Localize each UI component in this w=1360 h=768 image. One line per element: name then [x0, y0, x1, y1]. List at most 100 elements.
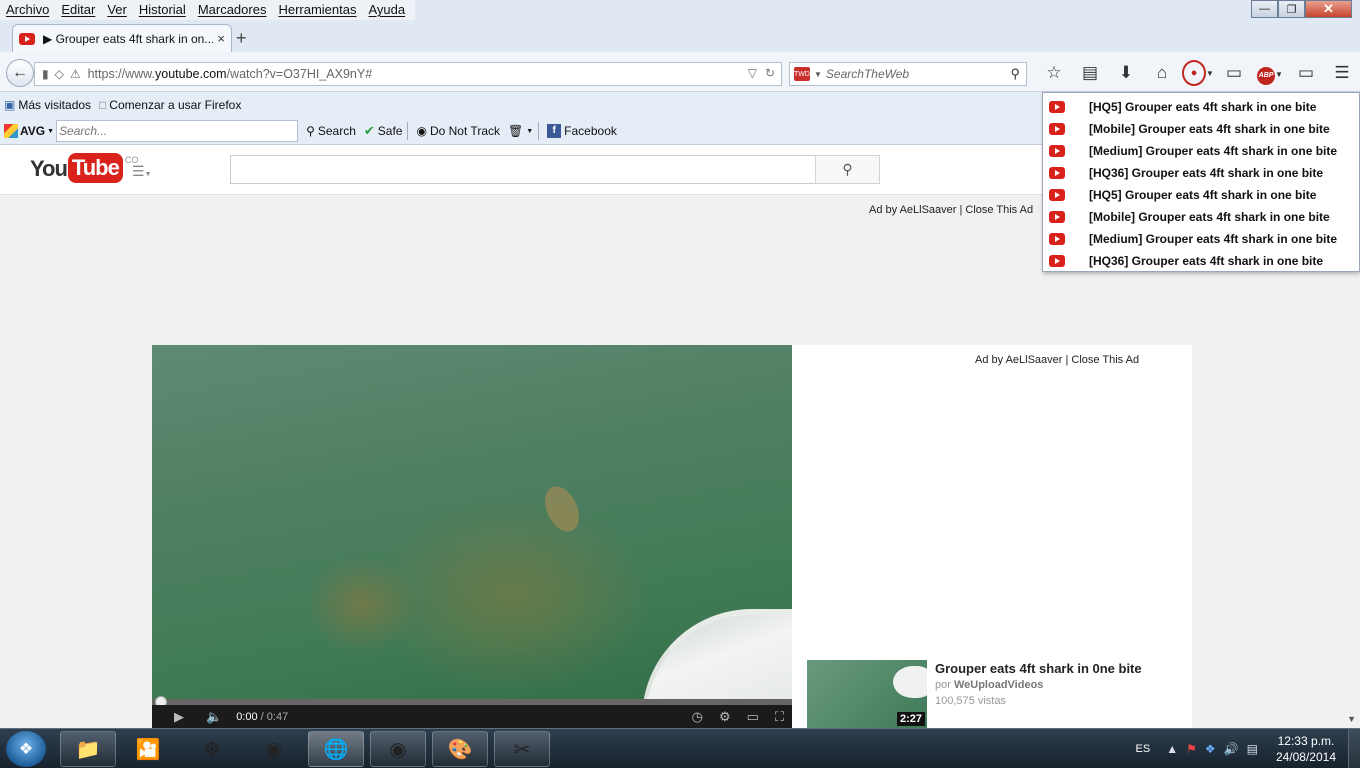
avg-trash-button[interactable]: 🗑 ▼ — [508, 124, 533, 138]
home-icon[interactable]: ⌂ — [1144, 63, 1180, 83]
start-button[interactable]: ❖ — [6, 731, 46, 767]
watch-later-icon[interactable]: ◷ — [692, 709, 703, 725]
menu-marcadores[interactable]: Marcadores — [192, 0, 273, 20]
volume-tray-icon[interactable]: 🔊 — [1224, 742, 1239, 756]
theater-mode-icon[interactable]: ▭ — [747, 709, 759, 725]
search-bar[interactable]: TWD ▼ SearchTheWeb ⚲ — [789, 62, 1027, 86]
menu-editar[interactable]: Editar — [55, 0, 101, 20]
guide-menu-icon[interactable]: ☰▼ — [132, 163, 152, 180]
tab-youtube[interactable]: ▶ Grouper eats 4ft shark in on... × — [12, 24, 232, 52]
tab-close-icon[interactable]: × — [217, 31, 225, 46]
adblock-plus-icon[interactable]: ABP ▼ — [1252, 62, 1288, 85]
video-player[interactable]: ▶ 🔈 0:00 / 0:47 ◷ ⚙ ▭ ⛶ — [152, 345, 792, 729]
by-prefix: por — [935, 679, 951, 691]
shield-icon[interactable]: ◇ — [55, 67, 64, 81]
firefox-icon[interactable]: 🌐 — [308, 731, 364, 767]
download-option[interactable]: [Medium] Grouper eats 4ft shark in one b… — [1043, 228, 1359, 250]
download-option[interactable]: [HQ36] Grouper eats 4ft shark in one bit… — [1043, 250, 1359, 272]
download-option[interactable]: [Mobile] Grouper eats 4ft shark in one b… — [1043, 118, 1359, 140]
menu-bar: Archivo Editar Ver Historial Marcadores … — [0, 0, 1360, 20]
dropbox-icon[interactable]: ❖ — [1205, 742, 1216, 756]
avg-safe-button[interactable]: ✔ Safe — [364, 123, 403, 139]
download-option[interactable]: [HQ36] Grouper eats 4ft shark in one bit… — [1043, 162, 1359, 184]
avg-facebook-label: Facebook — [564, 124, 617, 138]
download-option[interactable]: [HQ5] Grouper eats 4ft shark in one bite — [1043, 96, 1359, 118]
minimize-icon[interactable]: — — [1251, 0, 1278, 18]
play-icon[interactable]: ▶ — [174, 709, 184, 725]
option-label: [HQ5] Grouper eats 4ft shark in one bite — [1089, 100, 1317, 114]
volume-icon[interactable]: 🔈 — [206, 709, 222, 725]
related-channel-line: por WeUploadVideos — [935, 679, 1043, 691]
history-dropdown-icon[interactable]: ▽ — [748, 66, 757, 80]
action-center-icon[interactable]: ⚑ — [1186, 742, 1197, 756]
download-dropdown: [HQ5] Grouper eats 4ft shark in one bite… — [1042, 92, 1360, 272]
reload-icon[interactable]: ↻ — [765, 66, 775, 80]
avg-logo-icon — [4, 124, 18, 138]
inkscape-icon[interactable]: ❆ — [184, 731, 240, 767]
show-desktop-button[interactable] — [1348, 729, 1360, 768]
paint-icon[interactable]: 🎨 — [432, 731, 488, 767]
new-tab-button[interactable]: + — [236, 28, 247, 49]
avg-safe-label: Safe — [377, 124, 403, 138]
network-icon[interactable]: ▤ — [1247, 742, 1258, 756]
video-downloader-icon[interactable]: ● ▼ — [1180, 60, 1216, 86]
option-label: [Medium] Grouper eats 4ft shark in one b… — [1089, 232, 1338, 246]
downloads-icon[interactable]: ⬇ — [1108, 63, 1144, 83]
download-option[interactable]: [Mobile] Grouper eats 4ft shark in one b… — [1043, 206, 1359, 228]
search-icon[interactable]: ⚲ — [1010, 66, 1020, 82]
search-engine-icon[interactable]: TWD — [794, 67, 810, 81]
show-hidden-icons-icon[interactable]: ▲ — [1166, 742, 1178, 756]
restore-window-icon[interactable]: ▭ — [1288, 63, 1324, 83]
menu-herramientas[interactable]: Herramientas — [272, 0, 362, 20]
scroll-down-arrow-icon[interactable]: ▼ — [1347, 714, 1356, 724]
related-video[interactable]: 2:27 Grouper eats 4ft shark in 0ne bite … — [807, 660, 1187, 728]
back-button[interactable]: ← — [6, 59, 34, 87]
option-label: [Mobile] Grouper eats 4ft shark in one b… — [1089, 122, 1330, 136]
menu-archivo[interactable]: Archivo — [0, 0, 55, 20]
restore-icon[interactable]: ❐ — [1278, 0, 1305, 18]
bookmark-comenzar-firefox[interactable]: □ Comenzar a usar Firefox — [99, 98, 241, 112]
media-player-icon[interactable]: 🎦 — [120, 731, 176, 767]
youtube-logo[interactable]: You Tube CO — [30, 153, 138, 185]
trash-icon: 🗑 — [508, 124, 524, 138]
related-channel[interactable]: WeUploadVideos — [954, 679, 1043, 691]
file-explorer-icon[interactable]: 📁 — [60, 731, 116, 767]
url-bar[interactable]: ▮ ◇ ⚠ https://www.youtube.com/watch?v=O3… — [34, 62, 782, 86]
window-icon[interactable]: ▭ — [1216, 63, 1252, 83]
snipping-tool-icon[interactable]: ✂ — [494, 731, 550, 767]
chrome-canary-icon[interactable]: ◉ — [370, 731, 426, 767]
menu-list: Archivo Editar Ver Historial Marcadores … — [0, 0, 416, 20]
bookmark-star-icon[interactable]: ☆ — [1036, 63, 1072, 83]
related-thumbnail[interactable]: 2:27 — [807, 660, 927, 728]
menu-ayuda[interactable]: Ayuda — [362, 0, 411, 20]
url-text[interactable]: https://www.youtube.com/watch?v=O37HI_AX… — [88, 67, 373, 81]
avg-facebook-button[interactable]: f Facebook — [547, 124, 617, 138]
language-indicator[interactable]: ES — [1136, 743, 1151, 755]
ad-attribution-side[interactable]: Ad by AeLlSaaver | Close This Ad — [975, 354, 1139, 366]
search-engine-dropdown-icon[interactable]: ▼ — [814, 70, 822, 79]
youtube-search-button[interactable]: ⚲ — [815, 155, 880, 184]
bookmarks-menu-icon[interactable]: ▤ — [1072, 63, 1108, 83]
ad-attribution-top[interactable]: Ad by AeLlSaaver | Close This Ad — [869, 204, 1033, 216]
clock-date: 24/08/2014 — [1275, 750, 1336, 764]
menu-historial[interactable]: Historial — [133, 0, 192, 20]
download-option[interactable]: [HQ5] Grouper eats 4ft shark in one bite — [1043, 184, 1359, 206]
settings-gear-icon[interactable]: ⚙ — [719, 709, 731, 725]
avg-logo[interactable]: AVG ▼ — [4, 124, 54, 138]
chrome-icon[interactable]: ◉ — [246, 731, 302, 767]
download-option[interactable]: [Medium] Grouper eats 4ft shark in one b… — [1043, 140, 1359, 162]
menu-ver[interactable]: Ver — [101, 0, 133, 20]
panorama-icon[interactable]: ▮ — [42, 67, 49, 81]
avg-search-input[interactable]: Search... — [56, 120, 299, 142]
fullscreen-icon[interactable]: ⛶ — [775, 709, 784, 725]
avg-search-button[interactable]: ⚲ Search — [306, 124, 356, 138]
clock[interactable]: 12:33 p.m. 24/08/2014 — [1276, 733, 1336, 765]
avg-dnt-button[interactable]: ◉ Do Not Track — [416, 124, 500, 138]
warning-icon[interactable]: ⚠ — [70, 67, 81, 81]
hamburger-menu-icon[interactable]: ☰ — [1324, 63, 1360, 83]
close-icon[interactable]: ✕ — [1305, 0, 1352, 18]
youtube-icon — [1049, 167, 1065, 179]
youtube-search-input[interactable] — [230, 155, 816, 184]
bookmark-mas-visitados[interactable]: ▣ Más visitados — [4, 98, 91, 112]
related-title[interactable]: Grouper eats 4ft shark in 0ne bite — [935, 661, 1142, 676]
